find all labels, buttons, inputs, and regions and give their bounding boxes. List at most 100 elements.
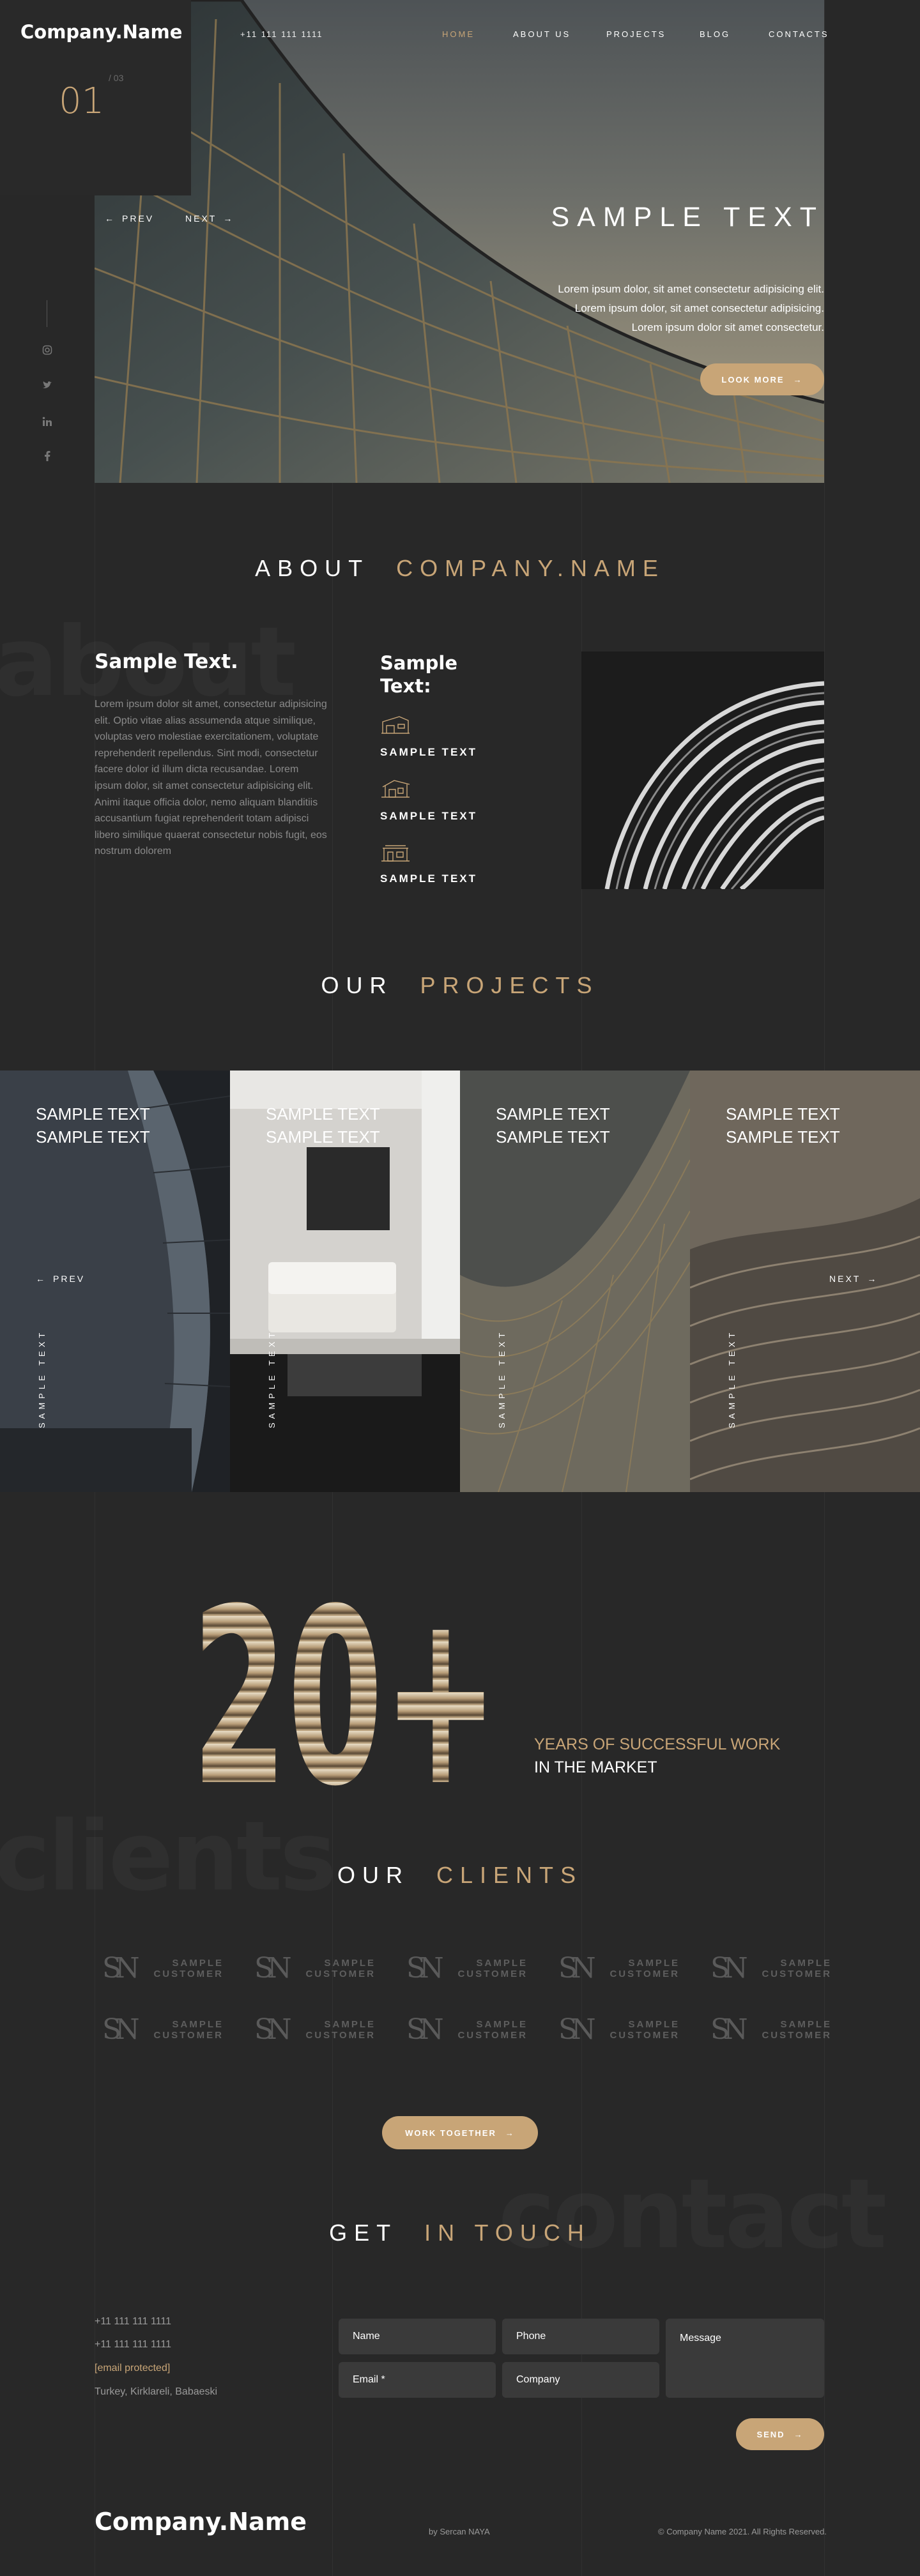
client-logo[interactable]: SN SAMPLE CUSTOMER [102, 1953, 224, 1984]
feature-label: SAMPLE TEXT [380, 873, 478, 885]
twitter-icon[interactable] [41, 381, 54, 393]
nav-projects[interactable]: PROJECTS [606, 29, 666, 39]
client-logo[interactable]: SN SAMPLE CUSTOMER [406, 2015, 528, 2045]
hero-image [95, 0, 824, 483]
client-logo[interactable]: SN SAMPLE CUSTOMER [558, 1953, 680, 1984]
contact-title-gold: IN TOUCH [424, 2220, 591, 2246]
contact-phone[interactable]: +11 111 111 1111 [95, 2339, 171, 2351]
client-logo[interactable]: SN SAMPLE CUSTOMER [406, 1953, 528, 1984]
client-name-line: CUSTOMER [153, 2030, 224, 2041]
client-logo[interactable]: SN SAMPLE CUSTOMER [710, 1953, 832, 1984]
stats-caption-line1: YEARS OF SUCCESSFUL WORK [534, 1735, 781, 1753]
projects-section-title: OUR PROJECTS [0, 972, 920, 999]
slide-total: / 03 [109, 73, 124, 83]
phone-input[interactable] [502, 2319, 659, 2354]
project-title-line: SAMPLE TEXT [36, 1104, 150, 1124]
contact-address: Turkey, Kirklareli, Babaeski [95, 2386, 218, 2397]
hero-prev-button[interactable]: ← PREV [105, 213, 154, 224]
arrow-left-icon: ← [36, 1274, 47, 1284]
client-mark: SN [254, 1952, 292, 1985]
client-mark: SN [558, 1952, 596, 1985]
house-icon [380, 778, 411, 798]
client-name-line: CUSTOMER [457, 1969, 528, 1979]
about-paragraph: Lorem ipsum dolor sit amet, consectetur … [95, 699, 327, 857]
contact-phone[interactable]: +11 111 111 1111 [95, 2316, 171, 2328]
project-title: SAMPLE TEXT SAMPLE TEXT [496, 1102, 610, 1148]
project-title-line: SAMPLE TEXT [496, 1127, 610, 1147]
client-mark: SN [710, 1952, 748, 1985]
nav-contacts[interactable]: CONTACTS [769, 29, 829, 39]
hero-description: Lorem ipsum dolor, sit amet consectetur … [492, 280, 824, 337]
projects-next-button[interactable]: NEXT → [829, 1274, 878, 1284]
projects-prev-label: PREV [53, 1274, 86, 1284]
stats-caption: YEARS OF SUCCESSFUL WORK IN THE MARKET [534, 1733, 780, 1779]
client-name: SAMPLE CUSTOMER [762, 1958, 832, 1979]
client-logo[interactable]: SN SAMPLE CUSTOMER [710, 2015, 832, 2045]
client-mark: SN [102, 1952, 140, 1985]
header-phone[interactable]: +11 111 111 1111 [240, 29, 323, 39]
client-mark: SN [558, 2013, 596, 2046]
client-name-line: SAMPLE [476, 1958, 528, 1969]
footer-logo[interactable]: Company.Name [95, 2508, 307, 2536]
nav-home[interactable]: HOME [442, 29, 475, 39]
facebook-icon[interactable] [41, 451, 54, 464]
clients-section-title: OUR CLIENTS [0, 1862, 920, 1889]
projects-title-gold: PROJECTS [420, 972, 599, 998]
about-heading: Sample Text. [95, 650, 238, 673]
client-name: SAMPLE CUSTOMER [305, 2019, 376, 2041]
project-title-line: SAMPLE TEXT [266, 1104, 380, 1124]
work-together-label: WORK TOGETHER [405, 2128, 496, 2138]
name-input[interactable] [339, 2319, 496, 2354]
client-name: SAMPLE CUSTOMER [610, 2019, 680, 2041]
hero-next-button[interactable]: NEXT → [185, 213, 234, 224]
contact-email[interactable]: [email protected] [95, 2363, 170, 2374]
client-logo[interactable]: SN SAMPLE CUSTOMER [254, 1953, 376, 1984]
work-together-button[interactable]: WORK TOGETHER → [382, 2116, 538, 2149]
project-card[interactable]: SAMPLE TEXT SAMPLE TEXT SAMPLE TEXT [460, 1071, 690, 1492]
about-architecture-image [581, 652, 824, 889]
projects-prev-button[interactable]: ← PREV [36, 1274, 85, 1284]
send-label: SEND [756, 2429, 785, 2439]
projects-next-label: NEXT [829, 1274, 861, 1284]
nav-blog[interactable]: BLOG [700, 29, 730, 39]
project-title-line: SAMPLE TEXT [266, 1127, 380, 1147]
project-title-line: SAMPLE TEXT [726, 1127, 840, 1147]
arrow-right-icon: → [793, 2429, 804, 2439]
project-vertical-label: SAMPLE TEXT [267, 1329, 277, 1428]
email-input[interactable] [339, 2362, 496, 2398]
company-logo[interactable]: Company.Name [20, 21, 182, 43]
footer-credit[interactable]: by Sercan NAYA [429, 2527, 490, 2536]
look-more-button[interactable]: LOOK MORE → [700, 363, 824, 395]
send-button[interactable]: SEND → [736, 2418, 824, 2450]
project-title: SAMPLE TEXT SAMPLE TEXT [726, 1102, 840, 1148]
project-vertical-label: SAMPLE TEXT [727, 1329, 737, 1428]
client-name: SAMPLE CUSTOMER [153, 1958, 224, 1979]
arrow-right-icon: → [223, 213, 234, 224]
project-card[interactable]: SAMPLE TEXT SAMPLE TEXT SAMPLE TEXT [690, 1071, 920, 1492]
nav-about-us[interactable]: ABOUT US [513, 29, 571, 39]
client-name-line: CUSTOMER [610, 2030, 680, 2041]
client-logo[interactable]: SN SAMPLE CUSTOMER [558, 2015, 680, 2045]
client-name-line: CUSTOMER [305, 1969, 376, 1979]
contact-title-white: GET [329, 2220, 398, 2246]
project-title: SAMPLE TEXT SAMPLE TEXT [36, 1102, 150, 1148]
client-name-line: SAMPLE [324, 1958, 376, 1969]
message-input[interactable] [666, 2319, 824, 2398]
client-name-line: CUSTOMER [305, 2030, 376, 2041]
feature-label: SAMPLE TEXT [380, 746, 478, 758]
hero-line: Lorem ipsum dolor, sit amet consectetur … [574, 302, 824, 314]
client-logo[interactable]: SN SAMPLE CUSTOMER [102, 2015, 224, 2045]
look-more-label: LOOK MORE [721, 374, 785, 385]
client-logo[interactable]: SN SAMPLE CUSTOMER [254, 2015, 376, 2045]
project-card[interactable]: SAMPLE TEXT SAMPLE TEXT SAMPLE TEXT [230, 1071, 460, 1492]
project-card[interactable]: SAMPLE TEXT SAMPLE TEXT SAMPLE TEXT [0, 1071, 230, 1492]
project-title: SAMPLE TEXT SAMPLE TEXT [266, 1102, 380, 1148]
instagram-icon[interactable] [41, 345, 54, 358]
footer-copyright: © Company Name 2021. All Rights Reserved… [658, 2527, 827, 2536]
hero-next-label: NEXT [185, 213, 217, 224]
about-section-title: ABOUT COMPANY.NAME [0, 555, 920, 582]
company-input[interactable] [502, 2362, 659, 2398]
project-title-line: SAMPLE TEXT [726, 1104, 840, 1124]
linkedin-icon[interactable] [41, 416, 54, 430]
client-name-line: CUSTOMER [610, 1969, 680, 1979]
